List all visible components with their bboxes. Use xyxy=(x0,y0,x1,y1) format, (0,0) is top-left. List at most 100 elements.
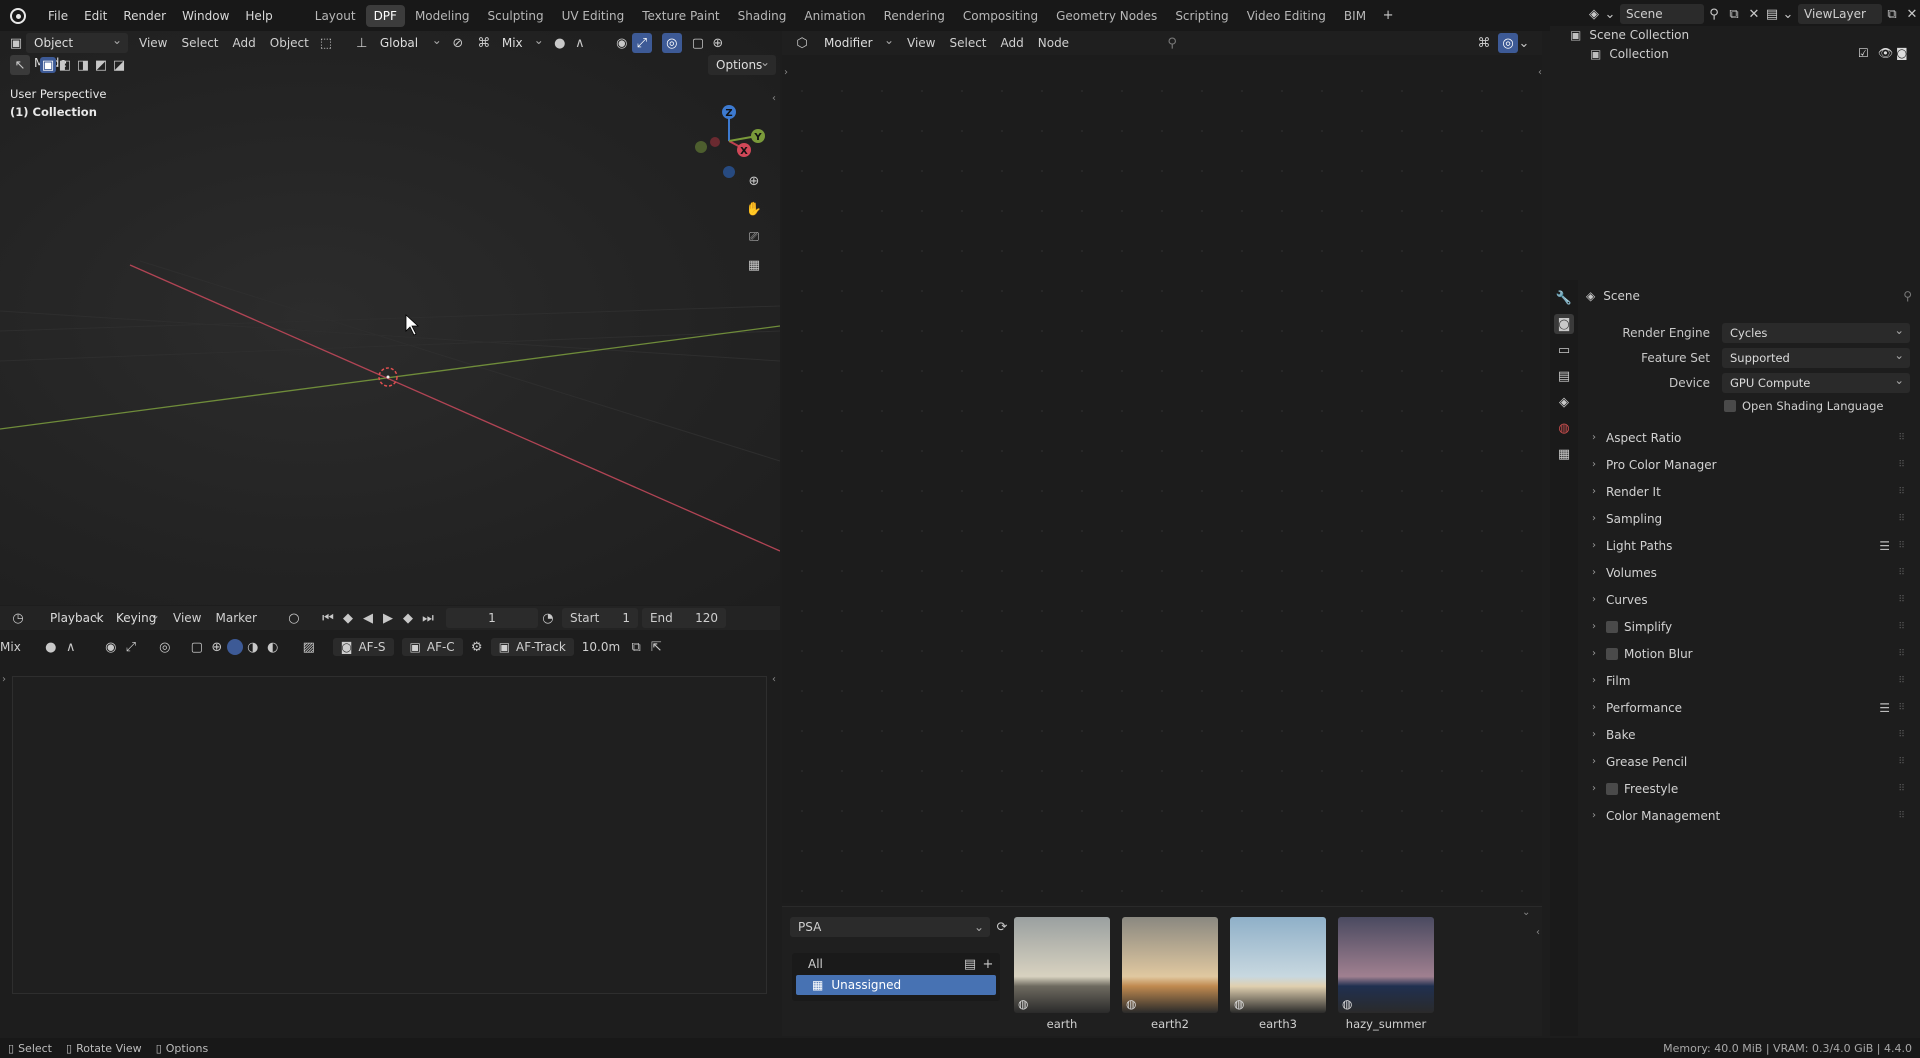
proportional-icon[interactable]: ● xyxy=(41,637,61,657)
panel-enable-checkbox[interactable] xyxy=(1606,648,1618,660)
workspace-tab-compositing[interactable]: Compositing xyxy=(955,5,1046,27)
preset-list-icon[interactable]: ☰ xyxy=(1879,697,1890,719)
panel-enable-checkbox[interactable] xyxy=(1606,783,1618,795)
start-frame-field[interactable]: Start 1 xyxy=(561,608,638,628)
panel-film[interactable]: › Film ⠿ xyxy=(1592,670,1910,692)
end-frame-field[interactable]: End 120 xyxy=(641,608,726,628)
pan-hand-icon[interactable]: ✋ xyxy=(744,199,764,219)
gizmo-icon[interactable]: ⤢ xyxy=(121,637,141,657)
asset-thumbnail[interactable]: ◍ xyxy=(1230,917,1326,1013)
scene-name-field[interactable]: Scene xyxy=(1620,4,1704,24)
falloff-icon[interactable]: ∧ xyxy=(61,637,81,657)
workspace-tab-video-editing[interactable]: Video Editing xyxy=(1239,5,1334,27)
blender-logo-icon[interactable] xyxy=(10,7,26,24)
pin-icon[interactable]: ⚲ xyxy=(1704,4,1724,24)
menu-file[interactable]: File xyxy=(40,9,76,23)
node-editor-type-icon[interactable]: ⬡ xyxy=(792,33,812,53)
workspace-tab-dpf[interactable]: DPF xyxy=(365,4,405,27)
timeline-view-menu[interactable]: View xyxy=(166,608,208,628)
drag-handle-icon[interactable]: ⠿ xyxy=(1898,751,1906,773)
af-s-button[interactable]: ◙ AF-S xyxy=(332,638,394,656)
panel-render-it[interactable]: › Render It ⠿ xyxy=(1592,481,1910,503)
expand-toolbar-icon[interactable]: › xyxy=(784,67,788,78)
panel-aspect-ratio[interactable]: › Aspect Ratio ⠿ xyxy=(1592,427,1910,449)
exclude-checkbox-icon[interactable]: ☑ xyxy=(1858,46,1869,60)
asset-thumbnail[interactable]: ◍ xyxy=(1122,917,1218,1013)
drag-handle-icon[interactable]: ⠿ xyxy=(1898,427,1906,449)
wireframe-icon[interactable]: ⊕ xyxy=(207,637,227,657)
render-engine-dropdown[interactable]: Cycles xyxy=(1722,320,1910,343)
drag-handle-icon[interactable]: ⠿ xyxy=(1898,697,1906,719)
timeline-marker-menu[interactable]: Marker xyxy=(208,608,263,628)
jump-end-icon[interactable]: ⏭ xyxy=(418,608,438,628)
collapse-panel-icon[interactable]: ⌄ xyxy=(1522,907,1530,918)
outliner-scene-collection[interactable]: ▣ Scene Collection xyxy=(1550,26,1920,44)
menu-help[interactable]: Help xyxy=(237,9,280,23)
drag-handle-icon[interactable]: ⠿ xyxy=(1898,535,1906,557)
new-viewlayer-icon[interactable]: ⧉ xyxy=(1882,4,1902,24)
workspace-tab-modeling[interactable]: Modeling xyxy=(407,5,478,27)
save-catalog-icon[interactable]: ▤ xyxy=(960,954,980,974)
menu-render[interactable]: Render xyxy=(115,9,174,23)
overlay-toggle-icon[interactable]: ◎ xyxy=(1498,33,1518,53)
zoom-icon[interactable]: ⊕ xyxy=(744,171,764,191)
panel-simplify[interactable]: › Simplify ⠿ xyxy=(1592,616,1910,638)
export-icon[interactable]: ⇱ xyxy=(646,637,666,657)
menu-edit[interactable]: Edit xyxy=(76,9,115,23)
mix-label[interactable]: Mix xyxy=(0,640,21,654)
gizmo-neg-z-handle[interactable] xyxy=(723,166,735,178)
af-c-button[interactable]: ▣ AF-C xyxy=(401,638,463,656)
expand-toolbar-icon[interactable]: › xyxy=(2,674,6,685)
node-menu-select[interactable]: Select xyxy=(942,33,993,53)
eye-icon[interactable]: 👁 xyxy=(1878,46,1893,60)
material-shading-icon[interactable]: ◑ xyxy=(243,637,263,657)
collapse-sidebar-icon[interactable]: ‹ xyxy=(1536,927,1540,938)
workspace-tab-uv-editing[interactable]: UV Editing xyxy=(554,5,633,27)
tool-tab-icon[interactable]: 🔧 xyxy=(1554,288,1574,308)
asset-thumbnail[interactable]: ◍ xyxy=(1014,917,1110,1013)
new-scene-icon[interactable]: ⧉ xyxy=(1724,4,1744,24)
overlay-icon[interactable]: ◎ xyxy=(155,637,175,657)
panel-bake[interactable]: › Bake ⠿ xyxy=(1592,724,1910,746)
panel-light-paths[interactable]: › Light Paths ☰ ⠿ xyxy=(1592,535,1910,557)
panel-curves[interactable]: › Curves ⠿ xyxy=(1592,589,1910,611)
rendered-shading-icon[interactable]: ◐ xyxy=(263,637,283,657)
drag-handle-icon[interactable]: ⠿ xyxy=(1898,778,1906,800)
collapse-sidebar-icon[interactable]: ‹ xyxy=(772,674,776,685)
delete-scene-icon[interactable]: ✕ xyxy=(1744,4,1764,24)
workspace-tab-shading[interactable]: Shading xyxy=(730,5,795,27)
scene-tab-icon[interactable]: ◈ xyxy=(1554,392,1574,412)
asset-library-dropdown[interactable]: PSA ⌄ xyxy=(790,917,990,937)
play-reverse-icon[interactable]: ◀ xyxy=(358,608,378,628)
output-tab-icon[interactable]: ▭ xyxy=(1554,340,1574,360)
catalog-item-all[interactable]: All ▤ + xyxy=(792,953,1000,975)
node-tree-type-dropdown[interactable]: Modifier xyxy=(816,30,900,53)
drag-handle-icon[interactable]: ⠿ xyxy=(1898,670,1906,692)
catalog-item-unassigned[interactable]: ▦ Unassigned xyxy=(796,975,996,995)
panel-performance[interactable]: › Performance ☰ ⠿ xyxy=(1592,697,1910,719)
viewlayer-selector[interactable]: ▤ ⌄ ViewLayer ⧉ ✕ xyxy=(1762,4,1920,24)
viewlayer-name-field[interactable]: ViewLayer xyxy=(1798,4,1882,24)
timeline-editor-icon[interactable]: ◷ xyxy=(8,608,28,628)
frame-icon[interactable]: ⧉ xyxy=(626,637,646,657)
jump-start-icon[interactable]: ⏮ xyxy=(318,608,338,628)
next-keyframe-icon[interactable]: ◆ xyxy=(398,608,418,628)
node-editor[interactable]: ⬡ Modifier View Select Add Node ⚲ ⌘ ◎ ⌄ … xyxy=(782,30,1542,903)
node-menu-node[interactable]: Node xyxy=(1031,33,1076,53)
scene-selector[interactable]: ◈ ⌄ Scene ⚲ ⧉ ✕ xyxy=(1584,4,1764,24)
outliner-collection[interactable]: ▣ Collection ☑ 👁 ◙ xyxy=(1550,44,1920,64)
device-dropdown[interactable]: GPU Compute xyxy=(1722,370,1910,393)
asset-thumbnail[interactable]: ◍ xyxy=(1338,917,1434,1013)
3d-viewport[interactable]: ▣ Object Mode View Select Add Object ⬚ ⊥… xyxy=(0,31,780,605)
settings-icon[interactable]: ⚙ xyxy=(467,637,487,657)
node-menu-add[interactable]: Add xyxy=(994,33,1031,53)
camera-render-icon[interactable]: ◙ xyxy=(1896,46,1908,60)
drag-handle-icon[interactable]: ⠿ xyxy=(1898,508,1906,530)
image-icon[interactable]: ▨ xyxy=(299,637,319,657)
collection-tab-icon[interactable]: ▦ xyxy=(1554,444,1574,464)
af-track-button[interactable]: ▣ AF-Track xyxy=(490,638,574,656)
chevron-down-icon[interactable]: ⌄ xyxy=(1518,33,1530,53)
perspective-toggle-icon[interactable]: ▦ xyxy=(744,255,764,275)
panel-grease-pencil[interactable]: › Grease Pencil ⠿ xyxy=(1592,751,1910,773)
feature-set-dropdown[interactable]: Supported xyxy=(1722,345,1910,368)
